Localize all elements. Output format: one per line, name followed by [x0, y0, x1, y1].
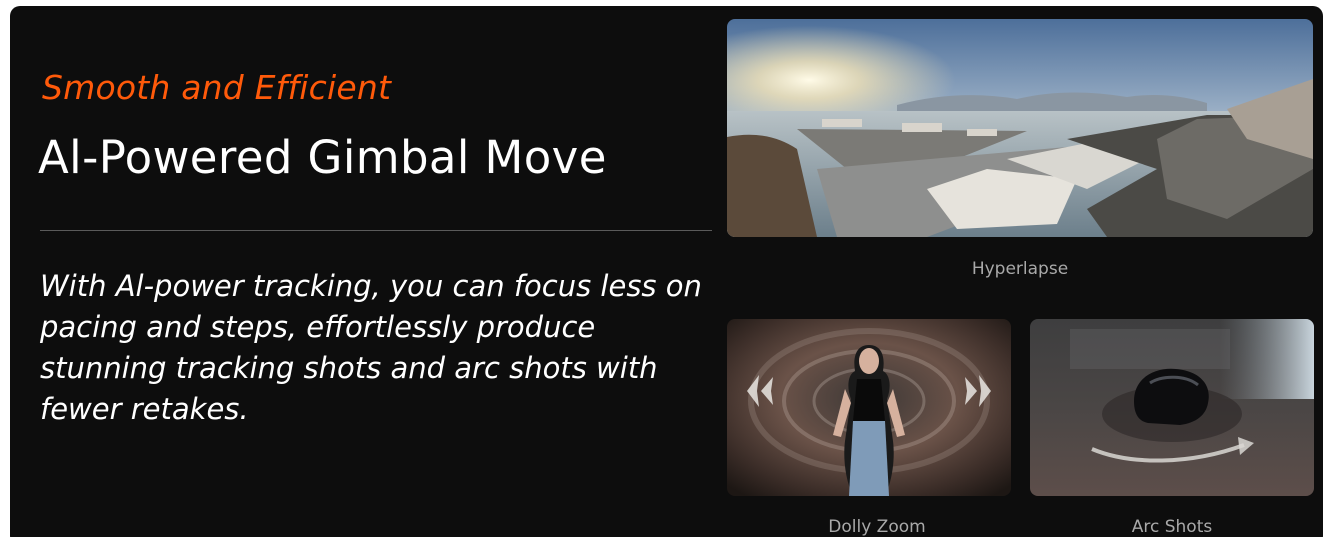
feature-title: Al-Powered Gimbal Move	[38, 131, 607, 184]
arc-shots-caption: Arc Shots	[1131, 517, 1213, 537]
title-divider	[40, 230, 712, 231]
arc-shots-image	[1030, 319, 1314, 496]
feature-description: With Al-power tracking, you can focus le…	[40, 269, 702, 426]
dolly-zoom-caption: Dolly Zoom	[828, 517, 926, 537]
feature-panel: Smooth and Efficient Al-Powered Gimbal M…	[10, 6, 1323, 537]
hyperlapse-image	[727, 19, 1313, 237]
feature-eyebrow: Smooth and Efficient	[42, 68, 392, 107]
hyperlapse-caption: Hyperlapse	[971, 259, 1069, 279]
dolly-zoom-image	[727, 319, 1011, 496]
